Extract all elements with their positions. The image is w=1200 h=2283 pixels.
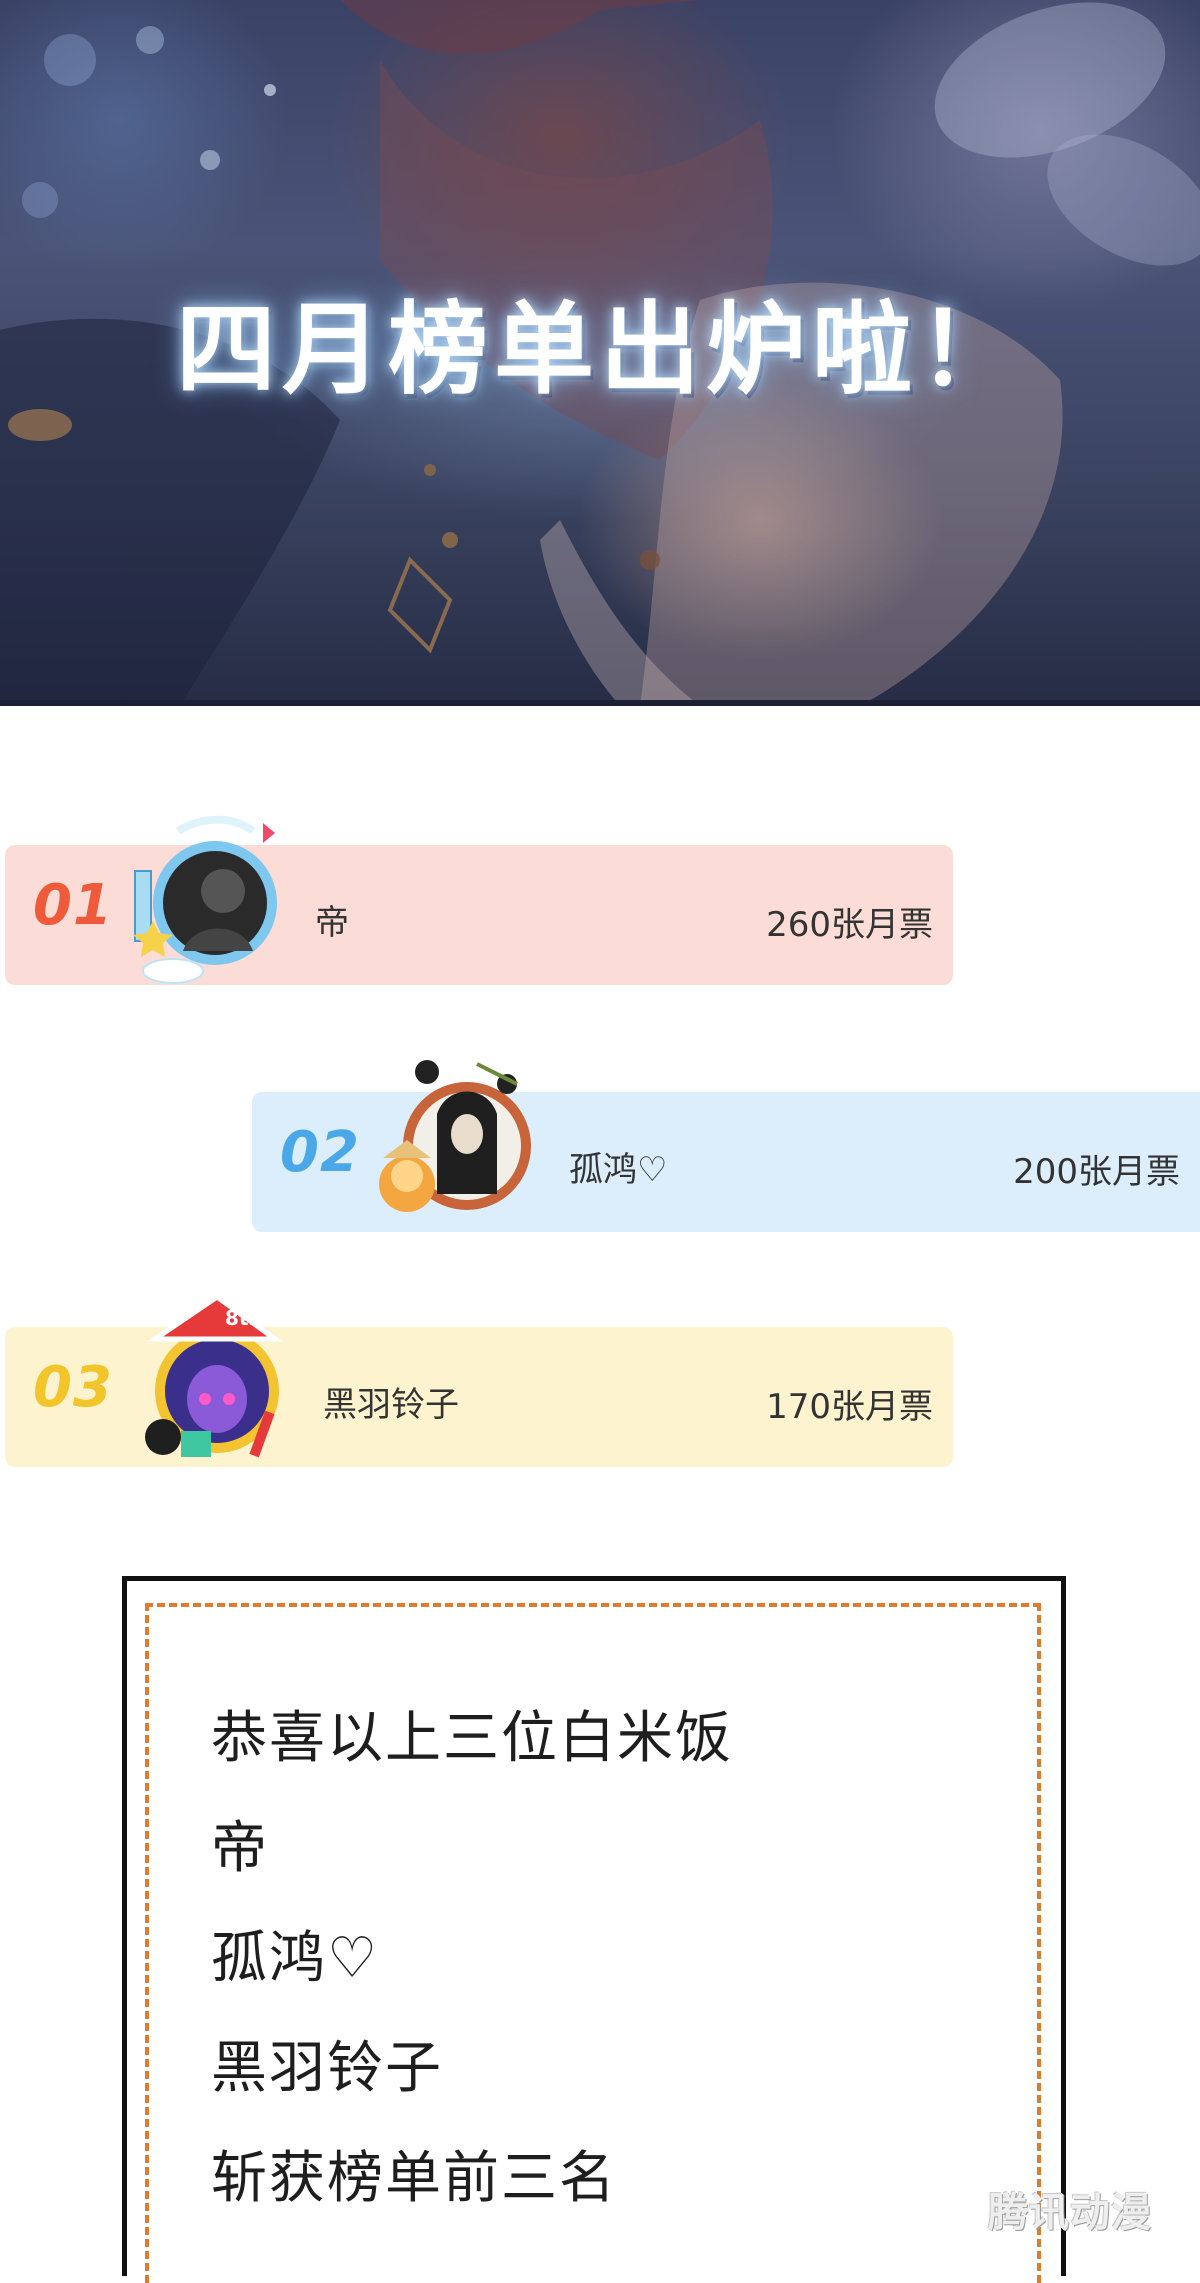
rank-number: 01 — [33, 873, 113, 938]
congrats-name-1: 帝 — [211, 1816, 269, 1881]
user-name: 帝 — [315, 903, 349, 943]
congrats-dashed-frame: 恭喜以上三位白米饭 帝 孤鸿♡ 黑羽铃子 斩获榜单前三名 — [145, 1603, 1041, 2283]
banner-illustration: 四月榜单出炉啦！ — [0, 0, 1200, 706]
congrats-box: 恭喜以上三位白米饭 帝 孤鸿♡ 黑羽铃子 斩获榜单前三名 — [122, 1576, 1066, 2283]
rank-number: 02 — [280, 1120, 360, 1185]
vote-count: 260张月票 — [766, 905, 933, 945]
congrats-name-2: 孤鸿♡ — [211, 1926, 380, 1991]
banner-title: 四月榜单出炉啦！ — [176, 291, 1024, 408]
avatar-frame-gift-icon: 8th — [145, 1293, 283, 1458]
congrats-name-3: 黑羽铃子 — [211, 2036, 443, 2101]
rank-number: 03 — [33, 1355, 113, 1420]
rank-row-1: 01 帝 260张月票 — [5, 815, 953, 985]
banner-divider — [0, 700, 1200, 706]
avatar-frame-birds-icon — [379, 1060, 531, 1212]
congrats-intro: 恭喜以上三位白米饭 — [211, 1706, 733, 1771]
avatar-badge-text: 8th — [225, 1306, 263, 1330]
avatar-frame-angel-icon — [133, 815, 277, 984]
site-watermark: 腾讯动漫 — [988, 2190, 1152, 2236]
vote-count: 170张月票 — [766, 1387, 933, 1427]
user-name: 孤鸿♡ — [569, 1150, 668, 1190]
vote-count: 200张月票 — [1013, 1152, 1180, 1192]
user-name: 黑羽铃子 — [323, 1385, 459, 1425]
congrats-outro: 斩获榜单前三名 — [211, 2146, 617, 2211]
rank-row-3: 03 8th 黑羽铃子 170张月票 — [5, 1293, 953, 1467]
rank-row-2: 02 孤鸿♡ 200张月票 — [252, 1060, 1200, 1232]
